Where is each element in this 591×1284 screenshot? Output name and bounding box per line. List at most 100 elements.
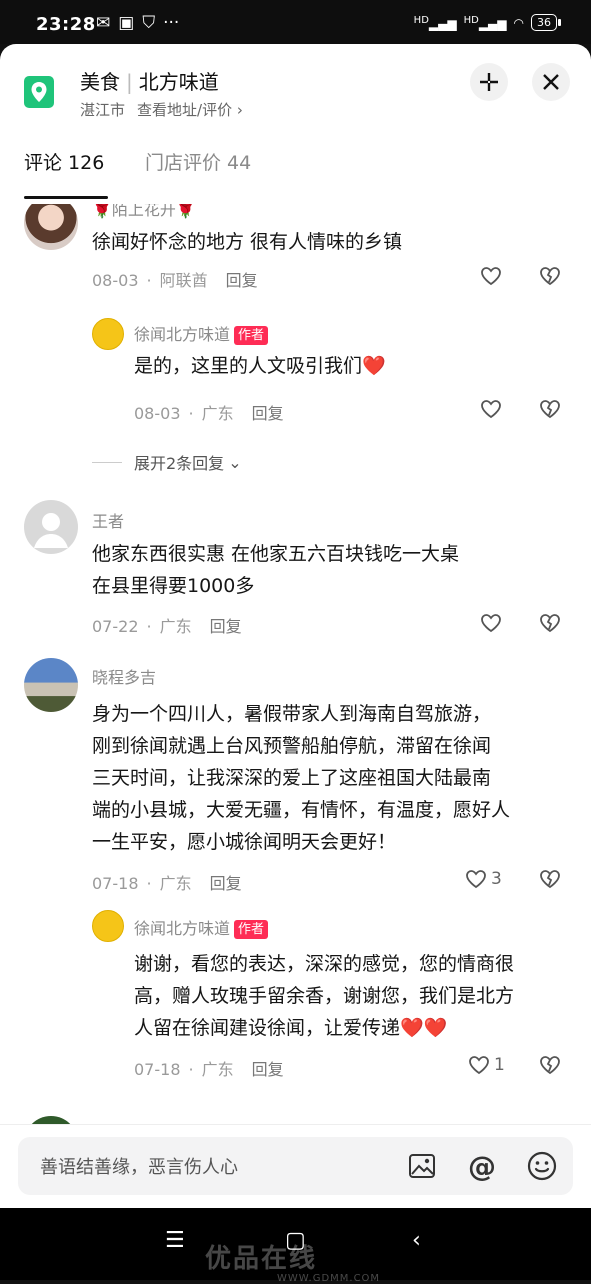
dislike-button[interactable] [539, 1055, 561, 1079]
reply-button[interactable]: 回复 [226, 271, 258, 290]
broken-heart-icon [540, 870, 560, 889]
emoji-button[interactable] [526, 1150, 558, 1182]
comment-username[interactable]: 晓程多吉 [92, 664, 156, 688]
mention-button[interactable]: @ [466, 1149, 498, 1183]
reply-button[interactable]: 回复 [252, 1060, 284, 1079]
reply-date: 08-03 [134, 404, 181, 423]
dislike-button[interactable] [539, 399, 561, 423]
broken-heart-icon [540, 267, 560, 286]
comment-list[interactable]: 🌹陌上花开🌹 徐闻好怀念的地方 很有人情味的乡镇 08-03 · 阿联酋 回复 徐闻北… [0, 204, 591, 1124]
dislike-button[interactable] [539, 869, 561, 893]
like-button[interactable] [480, 613, 506, 633]
comment-username[interactable]: 王者 [92, 508, 124, 532]
heart-icon [481, 614, 501, 633]
heart-icon [481, 400, 501, 419]
avatar[interactable] [24, 204, 78, 250]
comment-text: 身为一个四川人，暑假带家人到海南自驾旅游， 刚到徐闻就遇上台风预警船舶停航，滞留… [92, 703, 511, 853]
heart-icon [466, 870, 486, 889]
like-button[interactable] [480, 399, 506, 419]
status-system-icons: HD▂▄▆ HD▂▄▆ ◠ 36 [413, 14, 561, 31]
battery-icon: 36 [531, 14, 561, 31]
comments-sheet: 美食 | 北方味道 湛江市 查看地址/评价 › 评论 126 门店评价 44 🌹陌上花… [0, 44, 591, 1208]
comment-meta: 07-18 · 广东 回复 [92, 874, 242, 893]
reply-username[interactable]: 徐闻北方味道 作者 [134, 915, 269, 939]
comment-location: 广东 [159, 874, 192, 893]
default-avatar-icon [34, 513, 68, 548]
broken-heart-icon [540, 614, 560, 633]
shield-icon: ⛉ [142, 13, 156, 33]
comment-input-box: @ [18, 1137, 573, 1197]
divider [92, 461, 122, 463]
comment-input-bar: @ [0, 1124, 591, 1208]
comment-location: 阿联酋 [159, 271, 208, 290]
status-time: 23:28 [36, 14, 96, 35]
chevron-down-icon: ⌄ [228, 452, 242, 472]
watermark-logo: 优品在线 WWW.GDMM.COM [205, 1244, 381, 1284]
expand-replies-button[interactable]: 展开2条回复 ⌄ [92, 450, 242, 474]
comment-input[interactable] [38, 1137, 382, 1197]
reply-button[interactable]: 回复 [210, 617, 242, 636]
like-button[interactable]: 3 [465, 869, 502, 889]
heart-icon [469, 1056, 489, 1075]
avatar[interactable] [24, 500, 78, 554]
tab-indicator [24, 196, 108, 199]
like-button[interactable] [480, 266, 506, 286]
reply-meta: 08-03 · 广东 回复 [134, 404, 284, 423]
comment-meta: 07-22 · 广东 回复 [92, 617, 242, 636]
like-count: 3 [491, 869, 502, 889]
wifi-icon: ◠ [513, 15, 524, 30]
close-button[interactable] [532, 63, 570, 101]
comment-text: 他家东西很实惠 在他家五六百块钱吃一大桌 在县里得要1000多 [92, 543, 460, 597]
reply-location: 广东 [201, 1060, 234, 1079]
reply-text: 谢谢，看您的表达，深深的感觉，您的情商很 高，赠人玫瑰手留余香，谢谢您，我们是北… [134, 953, 515, 1039]
more-icon: ··· [163, 13, 180, 33]
signal-icon-2: HD▂▄▆ [463, 14, 507, 31]
signal-icon: HD▂▄▆ [413, 14, 457, 31]
minimize-button[interactable] [470, 63, 508, 101]
broken-heart-icon [540, 400, 560, 419]
author-badge: 作者 [234, 326, 269, 345]
image-button[interactable] [406, 1150, 438, 1182]
message-icon: ▣ [118, 13, 135, 33]
image-icon [409, 1154, 435, 1178]
dislike-button[interactable] [539, 266, 561, 290]
reply-username[interactable]: 徐闻北方味道 作者 [134, 321, 269, 345]
status-bar: 23:28 ✉ ▣ ⛉ ··· HD▂▄▆ HD▂▄▆ ◠ 36 [0, 0, 591, 44]
collapse-icon [480, 73, 498, 91]
reply-location: 广东 [201, 404, 234, 423]
tab-comments[interactable]: 评论 126 [24, 148, 104, 175]
dislike-button[interactable] [539, 613, 561, 637]
like-count: 1 [494, 1055, 505, 1075]
heart-icon [481, 267, 501, 286]
wechat-icon: ✉ [96, 13, 111, 33]
shop-name: 北方味道 [138, 70, 219, 94]
avatar[interactable] [92, 910, 124, 942]
shop-subtitle: 湛江市 查看地址/评价 › [80, 99, 243, 120]
reply-button[interactable]: 回复 [210, 874, 242, 893]
view-address-link[interactable]: 查看地址/评价 › [137, 101, 243, 119]
shop-title[interactable]: 美食 | 北方味道 [80, 66, 219, 95]
at-icon: @ [468, 1149, 496, 1183]
broken-heart-icon [540, 1056, 560, 1075]
status-notification-icons: ✉ ▣ ⛉ ··· [96, 13, 179, 33]
category-label: 美食 [80, 70, 120, 94]
avatar[interactable] [92, 318, 124, 350]
author-badge: 作者 [234, 920, 269, 939]
city-label: 湛江市 [80, 101, 126, 119]
like-button[interactable]: 1 [468, 1055, 505, 1075]
close-icon [543, 74, 559, 90]
location-pin-icon[interactable] [24, 76, 54, 108]
shop-header: 美食 | 北方味道 湛江市 查看地址/评价 › 评论 126 门店评价 44 [0, 44, 591, 204]
comment-username[interactable]: 🌹陌上花开🌹 [92, 204, 196, 220]
reply-button[interactable]: 回复 [252, 404, 284, 423]
reply-date: 07-18 [134, 1060, 181, 1079]
avatar[interactable] [24, 658, 78, 712]
reply-text: 是的，这里的人文吸引我们❤️ [134, 355, 386, 377]
comment-date: 07-22 [92, 617, 139, 636]
tab-store-reviews[interactable]: 门店评价 44 [145, 148, 251, 175]
avatar[interactable] [24, 1116, 78, 1124]
menu-icon[interactable]: ☰ [165, 1228, 185, 1253]
tab-bar: 评论 126 门店评价 44 [0, 140, 591, 200]
reply-meta: 07-18 · 广东 回复 [134, 1060, 284, 1079]
back-icon[interactable]: ‹ [412, 1228, 421, 1253]
